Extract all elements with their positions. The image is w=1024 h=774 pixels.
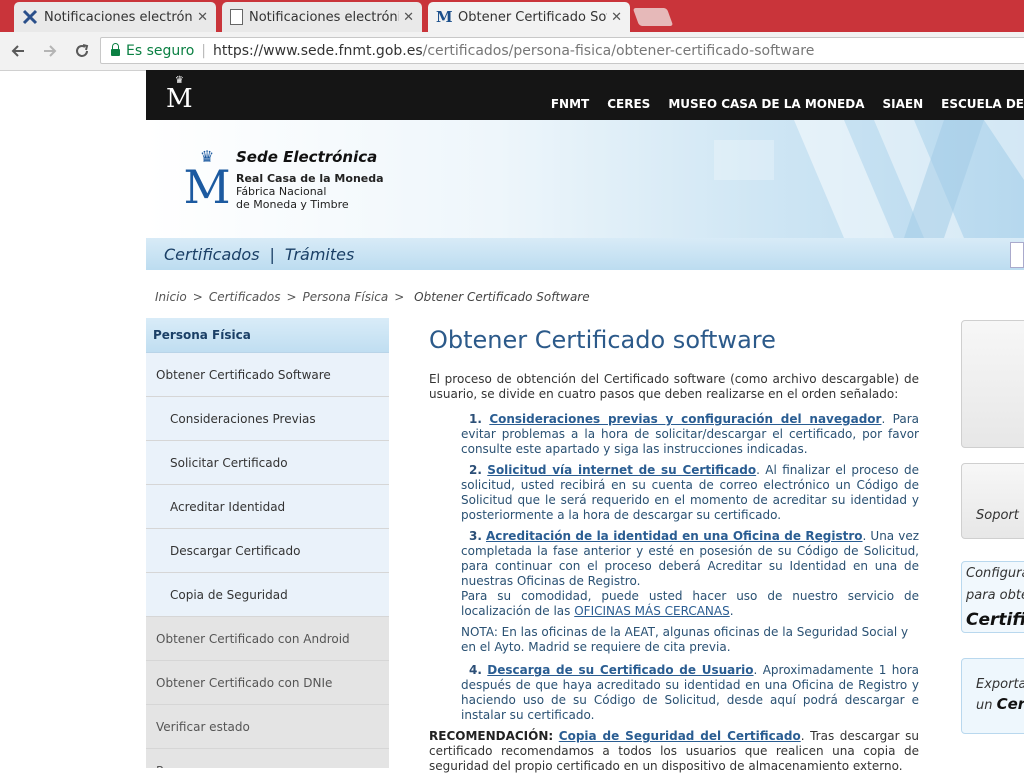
close-icon[interactable]: ✕ <box>611 10 622 25</box>
breadcrumb-persona-fisica[interactable]: Persona Física <box>303 290 389 304</box>
configura-line-3: Certific <box>966 610 1024 630</box>
intro-paragraph: El proceso de obtención del Certificado … <box>429 372 919 401</box>
step-2-link[interactable]: Solicitud vía internet de su Certificado <box>487 463 756 477</box>
sidebar-item-solicitar[interactable]: Solicitar Certificado <box>146 441 389 485</box>
tab-title: Notificaciones electrónic <box>249 9 400 25</box>
configura-line-2: para obte <box>966 588 1024 603</box>
header-banner: ♛ M Sede Electrónica Real Casa de la Mone… <box>146 120 1024 238</box>
sidebar-item-renovar[interactable]: Renovar <box>146 749 389 768</box>
exporta-line-1: Exporta <box>976 677 1024 692</box>
topnav-siaen[interactable]: SIAEN <box>883 97 924 111</box>
secure-label[interactable]: Es seguro <box>126 43 194 59</box>
logo-title[interactable]: Sede Electrónica <box>236 148 377 166</box>
breadcrumb-current: Obtener Certificado Software <box>414 290 590 304</box>
topnav-escuela[interactable]: ESCUELA DE <box>941 97 1024 111</box>
top-navigation: FNMT CERES MUSEO CASA DE LA MONEDA SIAEN… <box>533 97 1024 111</box>
sidebar-heading[interactable]: Persona Física <box>146 318 389 353</box>
main-content: Obtener Certificado software El proceso … <box>429 326 919 774</box>
note-text: NOTA: En las oficinas de la AEAT, alguna… <box>461 625 909 654</box>
step-3-extra-end: . <box>729 604 734 618</box>
breadcrumb-separator: > <box>286 290 297 304</box>
tab-title: Notificaciones electrónic <box>44 9 194 25</box>
soporte-label: Soport <box>976 508 1019 523</box>
lock-icon[interactable] <box>111 43 120 56</box>
subnav-tramites[interactable]: Trámites <box>285 245 354 264</box>
sede-logo-icon[interactable]: ♛ M <box>182 149 232 211</box>
browser-tab-3[interactable]: M Obtener Certificado Soft ✕ <box>428 2 630 32</box>
new-tab-button[interactable] <box>632 8 674 26</box>
topnav-fnmt[interactable]: FNMT <box>551 97 589 111</box>
sidebar-item-copia[interactable]: Copia de Seguridad <box>146 573 389 617</box>
forward-arrow-icon[interactable] <box>36 37 64 65</box>
step-number: 3. <box>469 529 482 543</box>
right-promo-box-1[interactable] <box>961 320 1024 448</box>
breadcrumb-separator: > <box>394 290 405 304</box>
breadcrumb-certificados[interactable]: Certificados <box>209 290 281 304</box>
breadcrumb-inicio[interactable]: Inicio <box>155 290 187 304</box>
oficinas-cercanas-link[interactable]: OFICINAS MÁS CERCANAS <box>574 604 730 618</box>
browser-tab-strip: Notificaciones electrónic ✕ Notificacion… <box>0 0 1024 32</box>
close-icon[interactable]: ✕ <box>403 10 414 25</box>
banner-decoration <box>714 120 1024 238</box>
logo-line-3: de Moneda y Timbre <box>236 198 349 211</box>
search-input[interactable] <box>1010 242 1024 268</box>
logo-line-1: Real Casa de la Moneda <box>236 172 384 185</box>
page-icon <box>230 9 243 25</box>
subnav-certificados[interactable]: Certificados <box>164 245 260 264</box>
browser-tab-1[interactable]: Notificaciones electrónic ✕ <box>14 2 216 32</box>
logo-line-2: Fábrica Nacional <box>236 185 327 198</box>
exporta-line-2: un Cer <box>976 695 1024 713</box>
step-2: 2. Solicitud vía internet de su Certific… <box>461 463 919 523</box>
fnmt-m-icon: M <box>436 8 453 26</box>
page-title: Obtener Certificado software <box>429 326 776 354</box>
sidebar-item-android[interactable]: Obtener Certificado con Android <box>146 617 389 661</box>
fnmt-crown-logo[interactable]: ♛ M <box>166 76 193 113</box>
step-1-link[interactable]: Consideraciones previas y configuración … <box>489 412 881 426</box>
url-path[interactable]: /certificados/persona-fisica/obtener-cer… <box>423 43 815 59</box>
sidebar-item-consideraciones[interactable]: Consideraciones Previas <box>146 397 389 441</box>
tab-title: Obtener Certificado Soft <box>458 9 608 25</box>
breadcrumb-separator: > <box>192 290 203 304</box>
step-number: 4. <box>469 663 482 677</box>
topnav-ceres[interactable]: CERES <box>607 97 650 111</box>
subnav-separator: | <box>269 244 275 264</box>
exporta-un: un <box>976 698 997 713</box>
steps-list: 1. Consideraciones previas y configuraci… <box>461 412 919 723</box>
breadcrumb: Inicio > Certificados > Persona Física > Obte… <box>155 290 590 304</box>
sidebar: Persona Física Obtener Certificado Softw… <box>146 318 389 768</box>
browser-tab-2[interactable]: Notificaciones electrónic ✕ <box>222 2 422 32</box>
close-icon[interactable]: ✕ <box>197 10 208 25</box>
step-4: 4. Descarga de su Certificado de Usuario… <box>461 663 919 723</box>
sidebar-item-dnie[interactable]: Obtener Certificado con DNIe <box>146 661 389 705</box>
back-arrow-icon[interactable] <box>4 37 32 65</box>
step-4-link[interactable]: Descarga de su Certificado de Usuario <box>487 663 753 677</box>
divider: | <box>201 42 206 59</box>
step-number: 2. <box>469 463 482 477</box>
address-bar[interactable]: Es seguro | https://www.sede.fnmt.gob.es… <box>100 37 1024 64</box>
sidebar-item-acreditar[interactable]: Acreditar Identidad <box>146 485 389 529</box>
right-promo-box-configurador[interactable]: Configura para obte Certific <box>961 561 1024 633</box>
step-3: 3. Acreditación de la identidad en una O… <box>461 529 919 619</box>
reload-icon[interactable] <box>68 37 96 65</box>
section-navigation: Certificados | Trámites <box>146 238 1024 270</box>
step-3-link[interactable]: Acreditación de la identidad en una Ofic… <box>486 529 863 543</box>
url-host[interactable]: https://www.sede.fnmt.gob.es <box>213 43 423 59</box>
right-promo-box-soporte[interactable]: Soport <box>961 463 1024 539</box>
topnav-museo[interactable]: MUSEO CASA DE LA MONEDA <box>668 97 864 111</box>
sidebar-item-obtener-software[interactable]: Obtener Certificado Software <box>146 353 389 397</box>
step-1: 1. Consideraciones previas y configuraci… <box>461 412 919 457</box>
sidebar-item-descargar[interactable]: Descargar Certificado <box>146 529 389 573</box>
recommendation: RECOMENDACIÓN: Copia de Seguridad del Ce… <box>429 729 919 774</box>
exporta-cer: Cer <box>996 695 1024 713</box>
browser-toolbar: Es seguro | https://www.sede.fnmt.gob.es… <box>0 32 1024 71</box>
right-promo-box-exportar[interactable]: Exporta un Cer <box>961 658 1024 734</box>
step-number: 1. <box>469 412 482 426</box>
configura-line-1: Configura <box>966 566 1024 581</box>
aeat-x-icon <box>22 9 38 25</box>
site-top-bar: ♛ M FNMT CERES MUSEO CASA DE LA MONEDA SI… <box>146 70 1024 120</box>
sidebar-item-verificar[interactable]: Verificar estado <box>146 705 389 749</box>
reco-label: RECOMENDACIÓN: <box>429 729 554 743</box>
copia-seguridad-link[interactable]: Copia de Seguridad del Certificado <box>559 729 801 743</box>
